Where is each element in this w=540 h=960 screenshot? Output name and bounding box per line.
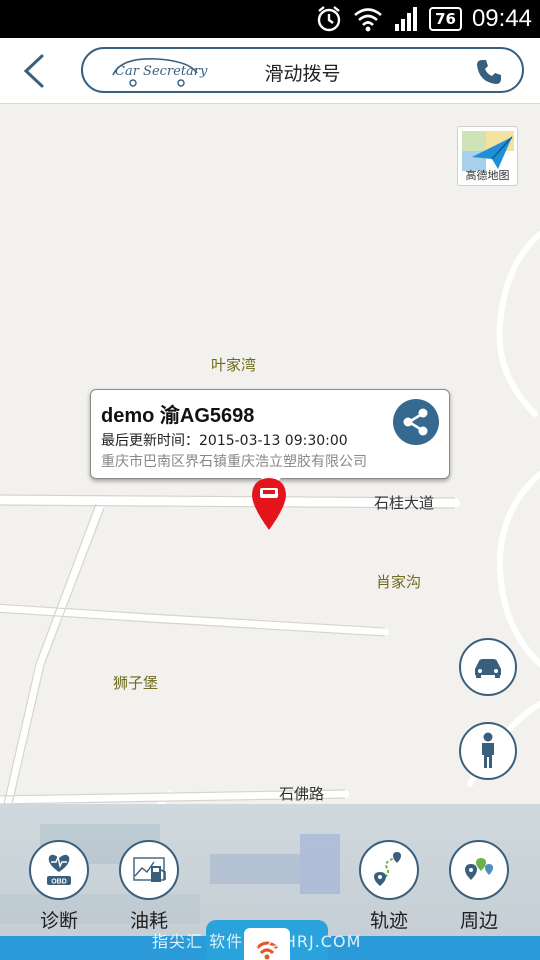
nav-track[interactable]: 轨迹 [349, 840, 429, 933]
place-label: 肖家沟 [376, 573, 422, 591]
signal-icon [395, 7, 418, 31]
gaode-map-label: 高德地图 [465, 169, 510, 182]
clock: 09:44 [471, 5, 532, 32]
watermark: 指尖汇 软件网 ZJHRJ.COM [152, 932, 362, 951]
wifi-icon [354, 8, 382, 32]
alarm-icon [317, 6, 341, 32]
last-update-time: 最后更新时间：2015-03-13 09:30:00 [101, 433, 348, 449]
gaode-map-button[interactable]: 高德地图 [457, 126, 518, 186]
place-label: 叶家湾 [211, 356, 257, 374]
map-pin-icon [252, 478, 286, 530]
phone-icon[interactable] [474, 57, 504, 87]
obd-heart-icon: OBD [47, 854, 71, 886]
nav-diagnosis[interactable]: OBD 诊断 [19, 840, 99, 933]
nearby-pins-icon [465, 858, 493, 880]
track-route-icon [374, 852, 401, 886]
share-button[interactable] [393, 399, 439, 445]
vehicle-address: 重庆市巴南区界石镇重庆浩立塑胶有限公司 [101, 454, 367, 470]
vehicle-location-pin[interactable] [249, 474, 289, 532]
title-bar: Car Secretary 滑动拨号 [0, 38, 540, 104]
bottom-toolbar: OBD 诊断 油耗 轨迹 周边 指尖汇 软件网 ZJHRJ.COM [0, 804, 540, 960]
locate-car-button[interactable] [459, 638, 517, 696]
road-label: 石桂大道 [374, 494, 435, 512]
battery-level: 76 [429, 7, 462, 31]
car-icon [475, 659, 501, 678]
svg-text:OBD: OBD [51, 879, 67, 886]
road-label: 石佛路 [279, 785, 325, 803]
nav-nearby[interactable]: 周边 [439, 840, 519, 933]
share-icon [403, 408, 428, 436]
person-icon [482, 732, 494, 768]
nav-label: 诊断 [39, 910, 78, 932]
back-button[interactable] [16, 50, 56, 92]
swipe-to-dial-bar[interactable]: Car Secretary 滑动拨号 [81, 47, 524, 93]
vehicle-info-popup[interactable]: demo 渝AG5698 最后更新时间：2015-03-13 09:30:00 … [90, 389, 450, 490]
nav-label: 周边 [459, 910, 498, 932]
vehicle-title: demo 渝AG5698 [101, 405, 255, 427]
locate-person-button[interactable] [459, 722, 517, 780]
status-bar: 76 09:44 [0, 0, 540, 38]
place-label: 狮子堡 [113, 674, 159, 692]
page-title: 滑动拨号 [264, 63, 341, 85]
fuel-pump-icon [133, 857, 166, 882]
chevron-left-icon [23, 54, 44, 88]
nav-fuel-consumption[interactable]: 油耗 [109, 840, 189, 933]
